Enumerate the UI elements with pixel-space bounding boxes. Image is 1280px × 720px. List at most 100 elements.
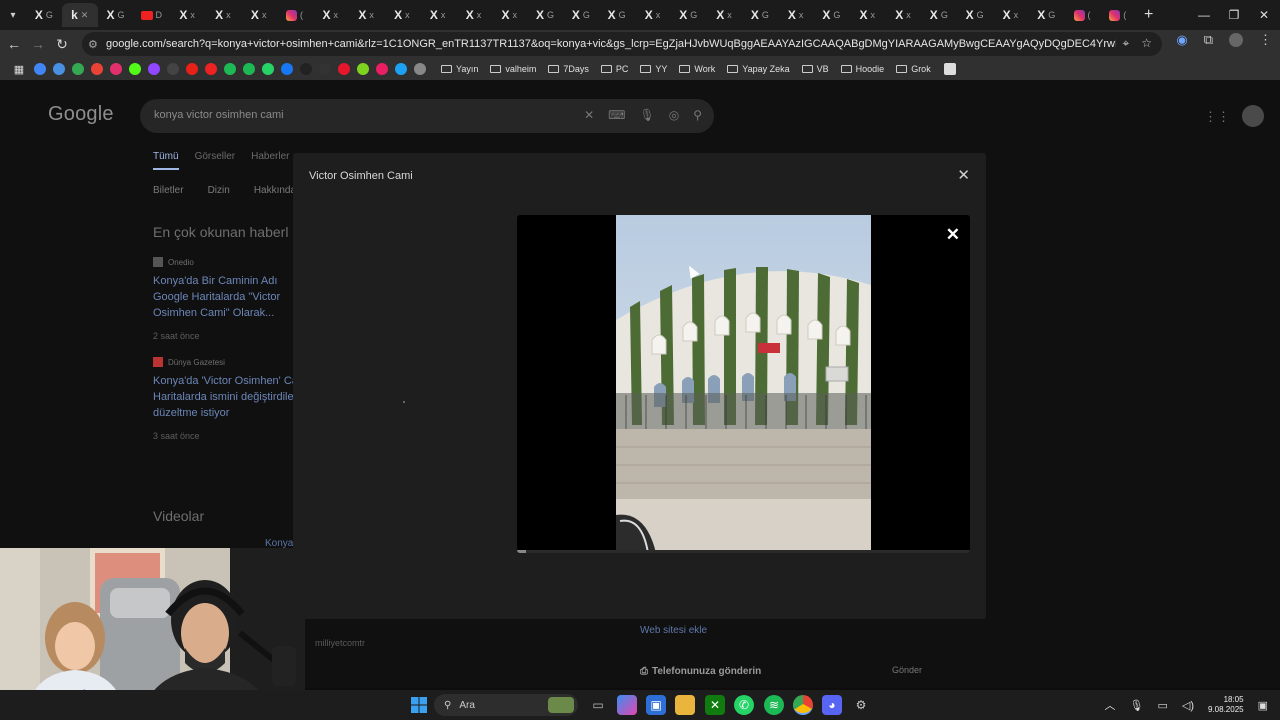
- bookmark-favicon-icon[interactable]: [296, 63, 315, 75]
- chip-tickets[interactable]: Biletler: [153, 185, 184, 196]
- news-card[interactable]: Dünya Gazetesi Konya'da 'Victor Osimhen'…: [153, 357, 303, 441]
- bookmark-favicon-icon[interactable]: [163, 63, 182, 75]
- site-info-icon[interactable]: ⚙: [88, 38, 104, 51]
- clock[interactable]: 18:05 9.08.2025: [1208, 695, 1244, 715]
- bookmark-favicon-icon[interactable]: [30, 63, 49, 75]
- bookmark-folder[interactable]: YY: [640, 64, 667, 74]
- browser-tab[interactable]: (: [277, 3, 313, 27]
- bookmark-favicon-icon[interactable]: [277, 63, 296, 75]
- mic-icon[interactable]: 🎙: [639, 108, 654, 122]
- browser-tab[interactable]: Xx: [885, 3, 921, 27]
- browser-tab[interactable]: XG: [670, 3, 706, 27]
- volume-icon[interactable]: ◁): [1182, 699, 1194, 712]
- browser-tab[interactable]: XG: [957, 3, 993, 27]
- bookmark-favicon-icon[interactable]: [391, 63, 410, 75]
- bookmark-folder[interactable]: VB: [801, 64, 829, 74]
- browser-tab[interactable]: Xx: [420, 3, 456, 27]
- bookmark-favicon-icon[interactable]: [182, 63, 201, 75]
- bookmark-favicon-icon[interactable]: [106, 63, 125, 75]
- apps-grid-icon[interactable]: ▦: [8, 63, 30, 76]
- bookmark-favicon-icon[interactable]: [372, 63, 391, 75]
- bookmark-favicon-icon[interactable]: [49, 63, 68, 75]
- show-hidden-icons[interactable]: ︿: [1105, 697, 1116, 713]
- chip-directory[interactable]: Dizin: [208, 185, 230, 196]
- bookmark-favicon-icon[interactable]: [258, 63, 277, 75]
- bookmark-favicon-icon[interactable]: [87, 63, 106, 75]
- copilot-icon[interactable]: [617, 695, 637, 715]
- settings-icon[interactable]: ⚙: [851, 695, 871, 715]
- bookmark-folder[interactable]: PC: [600, 64, 628, 74]
- news-title[interactable]: Konya'da Bir Caminin Adı Google Haritala…: [153, 273, 303, 321]
- bookmark-favicon-icon[interactable]: [239, 63, 258, 75]
- browser-menu-icon[interactable]: ⋮: [1259, 32, 1272, 48]
- reload-icon[interactable]: ↻: [50, 32, 74, 56]
- browser-tab[interactable]: Xx: [491, 3, 527, 27]
- chrome-icon[interactable]: [793, 695, 813, 715]
- bookmark-folder[interactable]: Hoodie: [840, 64, 884, 74]
- browser-tab[interactable]: XG: [563, 3, 599, 27]
- browser-tab[interactable]: XG: [527, 3, 563, 27]
- bookmark-favicon-icon[interactable]: [68, 63, 87, 75]
- bookmark-favicon-icon[interactable]: [125, 63, 144, 75]
- search-input[interactable]: konya victor osimhen cami ✕ ⌨ 🎙 ◎ ⚲: [140, 99, 714, 133]
- google-logo[interactable]: Google: [48, 103, 114, 126]
- file-explorer-icon[interactable]: [675, 695, 695, 715]
- google-apps-icon[interactable]: ⋮⋮: [1204, 109, 1230, 125]
- bookmark-favicon-icon[interactable]: [144, 63, 163, 75]
- bookmark-folder[interactable]: Work: [679, 64, 715, 74]
- browser-tab[interactable]: Xx: [241, 3, 277, 27]
- store-icon[interactable]: ▣: [646, 695, 666, 715]
- bookmark-favicon-icon[interactable]: [201, 63, 220, 75]
- video-close-icon[interactable]: ✕: [946, 225, 960, 245]
- browser-tab[interactable]: Xx: [169, 3, 205, 27]
- network-icon[interactable]: ▭: [1157, 699, 1167, 712]
- bookmark-favicon-icon[interactable]: [334, 63, 353, 75]
- bookmark-folder[interactable]: Grok: [896, 64, 931, 74]
- search-icon[interactable]: ⚲: [693, 108, 702, 122]
- bookmark-folder[interactable]: Yayın: [441, 64, 478, 74]
- send-button[interactable]: Gönder: [892, 665, 922, 675]
- keyboard-icon[interactable]: ⌨: [608, 108, 625, 122]
- browser-tab[interactable]: Xx: [312, 3, 348, 27]
- clear-icon[interactable]: ✕: [584, 108, 594, 122]
- media-icon[interactable]: ◉: [1176, 32, 1187, 48]
- news-title[interactable]: Konya'da 'Victor Osimhen' Ca Haritalarda…: [153, 373, 303, 421]
- browser-tab[interactable]: Xx: [205, 3, 241, 27]
- bookmark-favicon-icon[interactable]: [410, 63, 429, 75]
- spotify-icon[interactable]: ≋: [764, 695, 784, 715]
- overflow-bookmark-icon[interactable]: [941, 63, 960, 75]
- url-text[interactable]: google.com/search?q=konya+victor+osimhen…: [106, 38, 1116, 50]
- browser-tab[interactable]: XG: [921, 3, 957, 27]
- restore-icon[interactable]: ❐: [1219, 0, 1249, 30]
- bookmark-favicon-icon[interactable]: [315, 63, 334, 75]
- whatsapp-icon[interactable]: ✆: [734, 695, 754, 715]
- bookmark-favicon-icon[interactable]: [220, 63, 239, 75]
- browser-tab[interactable]: Xx: [348, 3, 384, 27]
- browser-tab[interactable]: Xx: [635, 3, 671, 27]
- bookmark-star-icon[interactable]: ☆: [1141, 36, 1152, 51]
- location-icon[interactable]: ⌖: [1122, 36, 1129, 51]
- video-progress-bar[interactable]: [517, 550, 970, 553]
- modal-close-icon[interactable]: ✕: [957, 166, 970, 184]
- browser-tab[interactable]: XG: [814, 3, 850, 27]
- browser-tab[interactable]: Xx: [456, 3, 492, 27]
- chip-about[interactable]: Hakkında: [254, 185, 296, 196]
- browser-tab[interactable]: XG: [599, 3, 635, 27]
- profile-avatar[interactable]: [1229, 33, 1243, 47]
- bookmark-folder[interactable]: valheim: [490, 64, 536, 74]
- bookmark-favicon-icon[interactable]: [353, 63, 372, 75]
- tab-images[interactable]: Görseller: [195, 151, 236, 170]
- xbox-icon[interactable]: ✕: [705, 695, 725, 715]
- browser-tab[interactable]: XG: [98, 3, 134, 27]
- back-icon[interactable]: ←: [2, 32, 26, 56]
- browser-tab[interactable]: k ✕: [61, 3, 98, 27]
- browser-tab[interactable]: XG: [742, 3, 778, 27]
- tab-search-chevron-icon[interactable]: ▾: [0, 0, 26, 30]
- browser-tab[interactable]: XG: [1028, 3, 1064, 27]
- start-icon[interactable]: [409, 695, 429, 715]
- browser-tab[interactable]: (: [1100, 3, 1136, 27]
- browser-tab[interactable]: D: [133, 3, 169, 27]
- taskbar-search[interactable]: ⚲ Ara: [434, 694, 578, 716]
- browser-tab[interactable]: Xx: [849, 3, 885, 27]
- browser-tab[interactable]: Xx: [706, 3, 742, 27]
